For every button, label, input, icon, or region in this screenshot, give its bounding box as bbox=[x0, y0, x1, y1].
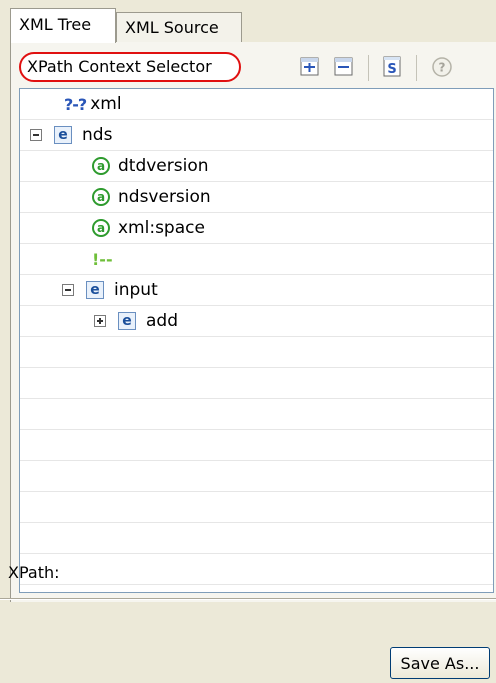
expand-toggle-icon[interactable] bbox=[94, 315, 106, 327]
tree-row[interactable]: a xml:space bbox=[20, 213, 493, 244]
attribute-icon: a bbox=[92, 188, 110, 206]
tree-row-empty bbox=[20, 337, 493, 368]
attribute-icon: a bbox=[92, 157, 110, 175]
tree-node-label: xml bbox=[90, 94, 122, 114]
tree-node-ndsversion[interactable]: a ndsversion bbox=[92, 185, 211, 209]
tree-node-label: dtdversion bbox=[118, 156, 209, 176]
tree-row[interactable]: a ndsversion bbox=[20, 182, 493, 213]
tree-row[interactable]: a dtdversion bbox=[20, 151, 493, 182]
xpath-context-selector-button[interactable]: XPath Context Selector bbox=[19, 52, 241, 82]
tree-node-xml-space[interactable]: a xml:space bbox=[92, 216, 205, 240]
collapse-toggle-icon[interactable] bbox=[30, 129, 42, 141]
save-as-label: Save As... bbox=[400, 653, 480, 673]
xpath-context-selector-label: XPath Context Selector bbox=[27, 57, 212, 76]
tab-xml-tree[interactable]: XML Tree bbox=[10, 8, 116, 43]
tree-node-label: input bbox=[114, 280, 158, 300]
tree-node-label: ndsversion bbox=[118, 187, 211, 207]
tree-node-label: xml:space bbox=[118, 218, 205, 238]
tree-node-xml[interactable]: ?-? xml bbox=[64, 92, 122, 116]
tree-node-input[interactable]: e input bbox=[62, 278, 158, 302]
tree-row[interactable]: e nds bbox=[20, 120, 493, 151]
toolbar-separator bbox=[368, 55, 369, 81]
element-icon: e bbox=[54, 126, 72, 144]
tree-row[interactable]: !-- bbox=[20, 244, 493, 275]
tree-row-empty bbox=[20, 399, 493, 430]
tree-row-empty bbox=[20, 554, 493, 585]
help-icon[interactable]: ? bbox=[431, 56, 453, 78]
collapse-toggle-icon[interactable] bbox=[62, 284, 74, 296]
save-as-button[interactable]: Save As... bbox=[390, 647, 490, 679]
tab-xml-source[interactable]: XML Source bbox=[116, 12, 242, 42]
tree-row[interactable]: e input bbox=[20, 275, 493, 306]
comment-icon: !-- bbox=[92, 249, 113, 269]
schema-icon[interactable]: S bbox=[381, 56, 403, 78]
tree-row-empty bbox=[20, 368, 493, 399]
tree-row-empty bbox=[20, 523, 493, 554]
svg-text:?: ? bbox=[439, 61, 446, 75]
tree-row-empty bbox=[20, 492, 493, 523]
tree-row-empty bbox=[20, 430, 493, 461]
toolbar: XPath Context Selector S ? bbox=[11, 42, 496, 90]
tree-node-label: add bbox=[146, 311, 178, 331]
xml-tree-panel: XPath Context Selector S ? ?-? xml e nds… bbox=[10, 42, 496, 602]
svg-text:S: S bbox=[387, 62, 396, 77]
tree-node-dtdversion[interactable]: a dtdversion bbox=[92, 154, 209, 178]
xml-tree-view[interactable]: ?-? xml e nds a dtdversion a ndsversion bbox=[19, 88, 494, 593]
tree-node-comment[interactable]: !-- bbox=[92, 247, 113, 271]
toolbar-separator bbox=[416, 55, 417, 81]
collapse-all-icon[interactable] bbox=[333, 56, 355, 78]
attribute-icon: a bbox=[92, 219, 110, 237]
tab-xml-source-label: XML Source bbox=[125, 18, 219, 37]
tree-row[interactable]: e add bbox=[20, 306, 493, 337]
divider-highlight bbox=[0, 599, 496, 600]
tab-xml-tree-label: XML Tree bbox=[19, 15, 92, 34]
tree-row[interactable]: ?-? xml bbox=[20, 89, 493, 120]
xpath-label: XPath: bbox=[8, 563, 60, 582]
expand-all-icon[interactable] bbox=[299, 56, 321, 78]
element-icon: e bbox=[86, 281, 104, 299]
tree-row-empty bbox=[20, 461, 493, 492]
tree-node-label: nds bbox=[82, 125, 113, 145]
tree-node-add[interactable]: e add bbox=[94, 309, 178, 333]
tree-node-nds[interactable]: e nds bbox=[30, 123, 112, 147]
processing-instruction-icon: ?-? bbox=[64, 94, 87, 114]
element-icon: e bbox=[118, 312, 136, 330]
